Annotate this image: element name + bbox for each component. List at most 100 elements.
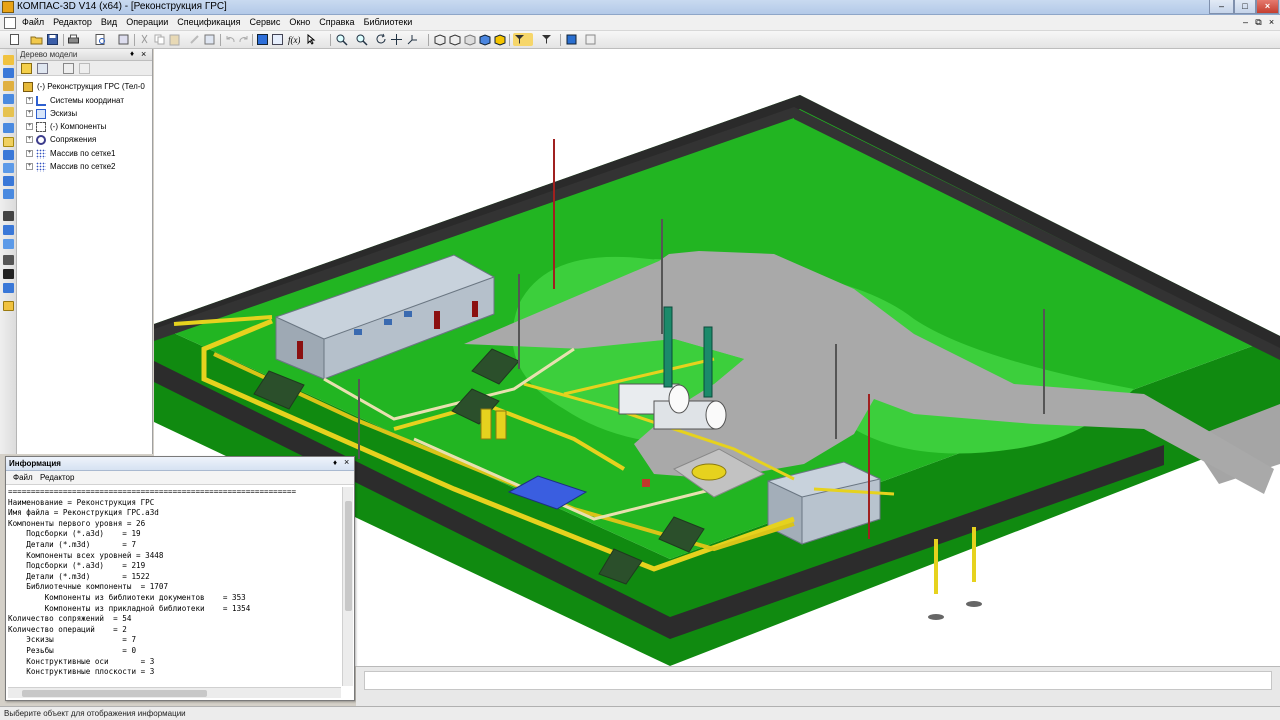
sketch-icon: [36, 108, 46, 119]
coordinate-system-icon: [36, 95, 46, 106]
expand-icon[interactable]: +: [26, 123, 33, 130]
paste-icon[interactable]: [168, 33, 181, 46]
tool-extrude-icon[interactable]: [3, 81, 14, 91]
menu-file[interactable]: Файл: [22, 17, 44, 27]
hidden-lines-icon[interactable]: [448, 33, 461, 46]
tree-node-label: Эскизы: [50, 109, 78, 118]
wireframe-icon[interactable]: [433, 33, 446, 46]
rotate-icon[interactable]: [375, 33, 388, 46]
tool-edit-icon[interactable]: [3, 55, 14, 65]
info-menu-file[interactable]: Файл: [13, 473, 33, 482]
select-mode-icon[interactable]: [540, 33, 553, 46]
tool-assembly-icon[interactable]: [3, 255, 14, 265]
menu-view[interactable]: Вид: [101, 17, 117, 27]
tool-surface-icon[interactable]: [3, 176, 14, 186]
variables-icon[interactable]: [271, 33, 284, 46]
tree-pages-icon[interactable]: [63, 63, 74, 74]
tree-node-label: Массив по сетке1: [50, 149, 116, 158]
help-pointer-icon[interactable]: [305, 33, 318, 46]
tool-cut-icon[interactable]: [3, 123, 14, 133]
zoom-frame-icon[interactable]: [355, 33, 368, 46]
info-line: Компоненты из прикладной библиотеки = 13…: [8, 603, 251, 613]
tree-view-icon[interactable]: [584, 33, 597, 46]
doc-minimize-button[interactable]: –: [1240, 17, 1251, 28]
menu-service[interactable]: Сервис: [250, 17, 281, 27]
scroll-thumb[interactable]: [22, 690, 207, 697]
pin-icon[interactable]: ♦: [333, 458, 337, 467]
open-icon[interactable]: [30, 33, 43, 46]
model-tree-toolbar: [17, 61, 152, 76]
shaded-edges-icon[interactable]: [493, 33, 506, 46]
vertical-scrollbar[interactable]: [342, 487, 353, 686]
menu-window[interactable]: Окно: [289, 17, 310, 27]
print-icon[interactable]: [67, 33, 80, 46]
undo-icon[interactable]: [224, 33, 237, 46]
library-manager-icon[interactable]: [565, 33, 578, 46]
tool-axis-icon[interactable]: [3, 150, 14, 160]
expand-icon[interactable]: +: [26, 163, 33, 170]
close-icon[interactable]: ×: [141, 49, 146, 59]
new-doc-icon[interactable]: [8, 33, 21, 46]
doc-restore-button[interactable]: ⧉: [1253, 17, 1264, 28]
zoom-icon[interactable]: [335, 33, 348, 46]
pin-icon[interactable]: ♦: [130, 49, 134, 58]
tree-sort-icon[interactable]: [37, 63, 48, 74]
function-icon[interactable]: f(x): [287, 33, 300, 46]
tree-node-mates[interactable]: + Сопряжения: [26, 133, 96, 146]
horizontal-scrollbar[interactable]: [8, 687, 341, 698]
tool-rotate-icon[interactable]: [3, 94, 14, 104]
tool-array-icon[interactable]: [3, 189, 14, 199]
save-icon[interactable]: [46, 33, 59, 46]
tool-favorite-icon[interactable]: [3, 301, 14, 311]
redo-icon[interactable]: [237, 33, 250, 46]
filter-icon[interactable]: [513, 33, 533, 46]
preview-icon[interactable]: [94, 33, 107, 46]
properties-icon[interactable]: [203, 33, 216, 46]
menu-editor[interactable]: Редактор: [53, 17, 92, 27]
tree-node-grid-array-2[interactable]: + Массив по сетке2: [26, 160, 115, 173]
menu-operations[interactable]: Операции: [126, 17, 168, 27]
tool-measure-icon[interactable]: [3, 211, 14, 221]
tree-node-root[interactable]: (-) Реконструкция ГРС (Тел-0: [23, 80, 145, 93]
tree-node-coordinate-systems[interactable]: + Системы координат: [26, 94, 124, 107]
tree-node-grid-array-1[interactable]: + Массив по сетке1: [26, 147, 115, 160]
menu-help[interactable]: Справка: [319, 17, 354, 27]
info-text-area[interactable]: ========================================…: [8, 487, 341, 686]
manager-icon[interactable]: [117, 33, 130, 46]
thin-lines-icon[interactable]: [463, 33, 476, 46]
tool-curve-icon[interactable]: [3, 163, 14, 173]
expand-icon[interactable]: +: [26, 150, 33, 157]
expand-icon[interactable]: +: [26, 110, 33, 117]
menu-libraries[interactable]: Библиотеки: [364, 17, 413, 27]
orientation-icon[interactable]: [406, 33, 419, 46]
pan-icon[interactable]: [390, 33, 403, 46]
document-icon[interactable]: [4, 17, 16, 29]
tree-node-components[interactable]: + (-) Компоненты: [26, 120, 106, 133]
expand-icon[interactable]: +: [26, 136, 33, 143]
tree-filter-icon[interactable]: [79, 63, 90, 74]
close-icon[interactable]: ×: [344, 457, 349, 467]
maximize-button[interactable]: □: [1234, 0, 1256, 14]
info-menu-editor[interactable]: Редактор: [40, 473, 74, 482]
copy-icon[interactable]: [153, 33, 166, 46]
properties-field[interactable]: [364, 671, 1272, 690]
expand-icon[interactable]: +: [26, 97, 33, 104]
scroll-thumb[interactable]: [345, 501, 352, 611]
tree-structure-icon[interactable]: [21, 63, 32, 74]
tool-spec-icon[interactable]: [3, 225, 14, 235]
cut-icon[interactable]: [138, 33, 151, 46]
tool-library-icon[interactable]: [3, 283, 14, 293]
tool-report-icon[interactable]: [3, 239, 14, 249]
tool-print-icon[interactable]: [3, 269, 14, 279]
menu-specification[interactable]: Спецификация: [177, 17, 240, 27]
tool-loft-icon[interactable]: [3, 107, 14, 117]
doc-close-button[interactable]: ×: [1266, 17, 1277, 28]
model-icon[interactable]: [256, 33, 269, 46]
shaded-icon[interactable]: [478, 33, 491, 46]
tool-plane-icon[interactable]: [3, 137, 14, 147]
tree-node-sketches[interactable]: + Эскизы: [26, 107, 77, 120]
format-brush-icon[interactable]: [188, 33, 201, 46]
close-button[interactable]: ×: [1256, 0, 1279, 14]
minimize-button[interactable]: –: [1209, 0, 1234, 14]
tool-sketch-icon[interactable]: [3, 68, 14, 78]
